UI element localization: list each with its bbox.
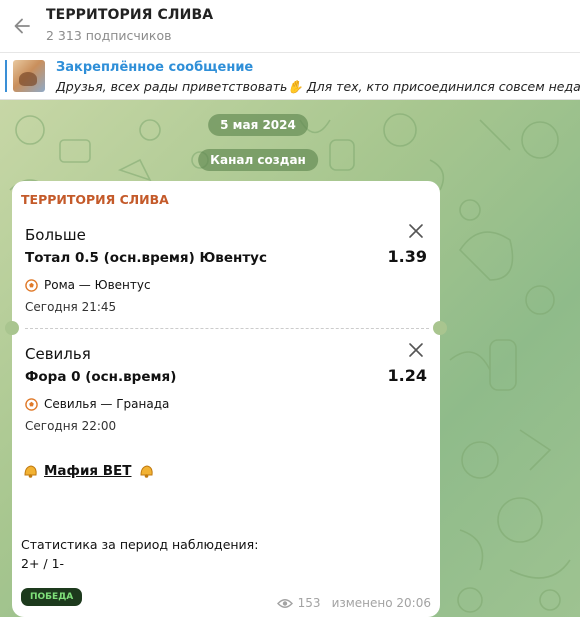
eye-icon [276,598,293,608]
chat-area[interactable]: 5 мая 2024 Канал создан ТЕРРИТОРИЯ СЛИВА… [0,100,580,617]
close-icon [409,343,423,357]
back-button[interactable] [8,12,36,40]
bet-card: Больше Тотал 0.5 (осн.время) Ювентус 1.3… [25,224,429,314]
back-arrow-icon [14,18,30,34]
edited-label: изменено 20:06 [331,596,431,610]
bet-time: Сегодня 22:00 [25,419,117,433]
chat-header: ТЕРРИТОРИЯ СЛИВА 2 313 подписчиков [0,0,580,53]
promo-line: Мафия BET [21,463,155,479]
promo-link[interactable]: Мафия BET [44,463,132,479]
view-count: 153 [297,596,321,610]
pinned-text: Друзья, всех рады приветствовать✋ Для те… [56,79,580,94]
bet-time: Сегодня 21:45 [25,300,117,314]
message-bubble[interactable]: ТЕРРИТОРИЯ СЛИВА Больше Тотал 0.5 (осн.в… [5,181,447,617]
ticket-notch-right [433,321,447,335]
bet-match-label: Севилья — Гранада [44,397,170,411]
bet-card: Севилья Фора 0 (осн.время) 1.24 Севилья … [25,343,429,433]
bet-market: Больше [25,226,86,244]
date-separator: 5 мая 2024 [208,114,308,136]
bet-selection: Тотал 0.5 (осн.время) Ювентус [25,250,267,266]
service-message: Канал создан [198,149,318,171]
bet-odds: 1.24 [387,366,427,385]
ticket-notch-left [5,321,19,335]
pinned-title: Закреплённое сообщение [56,60,254,75]
pinned-indicator [5,60,7,92]
soccer-ball-icon [25,278,38,292]
bell-icon [139,465,153,478]
bet-market: Севилья [25,345,91,363]
bet-match-label: Рома — Ювентус [44,278,151,292]
bet-selection: Фора 0 (осн.время) [25,369,177,385]
stats-title: Статистика за период наблюдения: [21,537,259,552]
channel-title[interactable]: ТЕРРИТОРИЯ СЛИВА [46,7,213,23]
bet-odds: 1.39 [387,247,427,266]
stats-value: 2+ / 1- [21,556,65,571]
pinned-message-bar[interactable]: Закреплённое сообщение Друзья, всех рады… [0,53,580,100]
close-icon [409,224,423,238]
status-badge: ПОБЕДА [21,588,83,606]
bet-match: Севилья — Гранада [25,397,429,411]
subscriber-count: 2 313 подписчиков [46,28,172,43]
message-meta: 153 изменено 20:06 [276,596,431,610]
bell-icon [24,465,37,478]
soccer-ball-icon [25,397,38,411]
ticket-divider [25,328,429,329]
message-author[interactable]: ТЕРРИТОРИЯ СЛИВА [21,192,169,207]
pinned-thumbnail [13,60,45,92]
bet-match: Рома — Ювентус [25,278,429,292]
